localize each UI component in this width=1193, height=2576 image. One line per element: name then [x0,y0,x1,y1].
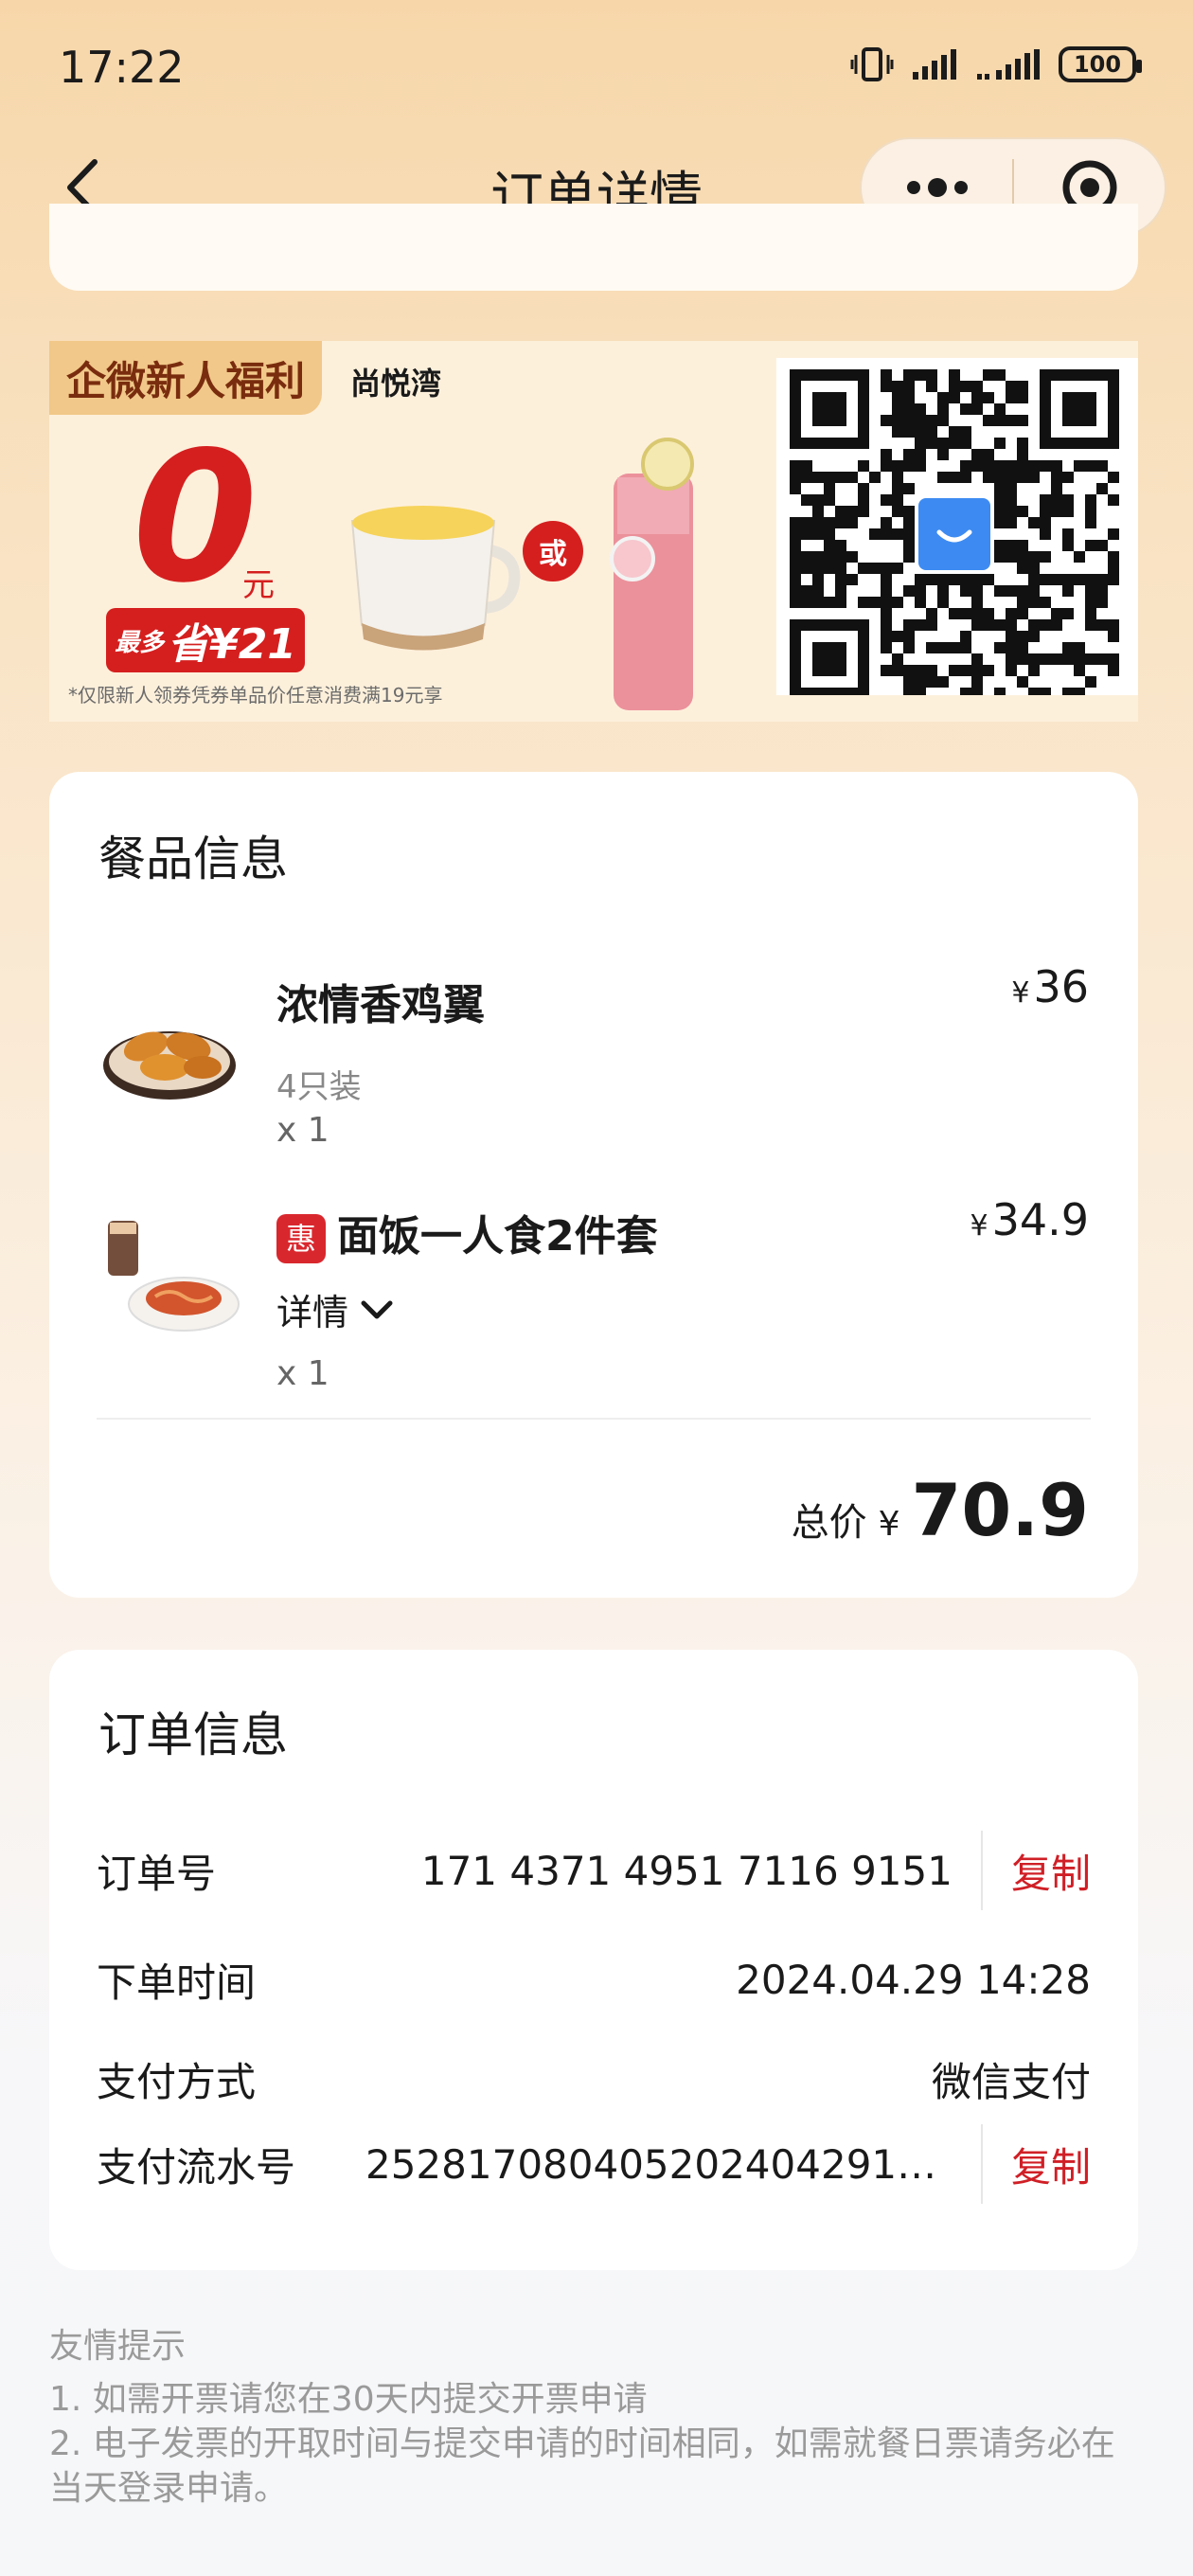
total-price: 总价 ¥ 70.9 [792,1468,1089,1552]
banner-save-badge: 最多 省¥21 [106,608,305,672]
order-time-value: 2024.04.29 14:28 [736,1956,1091,2003]
tips-text: 1. 如需开票请您在30天内提交开票申请 2. 电子发票的开取时间与提交申请的时… [49,2377,1148,2511]
qr-code-icon [790,369,1119,699]
item-price-value: 34.9 [991,1194,1089,1245]
vibrate-icon [850,47,894,81]
chevron-down-icon [361,1300,393,1318]
row-divider [980,1831,983,1910]
system-icons: 100 [850,45,1142,83]
item-spec: 4只装 [276,1068,362,1106]
item-name: 惠面饭一人食2件套 [276,1202,658,1263]
more-dots-icon [906,178,968,197]
copy-transaction-id-button[interactable]: 复制 [1011,2136,1091,2193]
coffee-cup-image [350,506,521,651]
food-info-card: 餐品信息 浓情香鸡翼 4只装 x 1 ¥36 惠面饭一人食2件套 详情 x 1 … [49,772,1138,1598]
order-number-value: 171 4371 4951 7116 9151 [420,1847,953,1894]
currency-symbol: ¥ [1011,976,1030,1010]
item-qty: x 1 [276,1111,329,1150]
item-price-value: 36 [1033,961,1089,1012]
banner-or: 或 [523,521,583,581]
item-name-text: 面饭一人食2件套 [337,1212,658,1261]
total-currency: ¥ [878,1505,900,1544]
transaction-id-value: 2528170804052024042917… [365,2140,953,2188]
item-details-toggle[interactable]: 详情 [276,1283,394,1335]
status-time: 17:22 [59,42,185,93]
transaction-id-row: 支付流水号 2528170804052024042917… 复制 [97,2124,1091,2204]
tip-line: 1. 如需开票请您在30天内提交开票申请 [49,2380,648,2419]
copy-order-number-button[interactable]: 复制 [1011,1842,1091,1900]
payment-method-value: 微信支付 [931,2058,1091,2105]
noodle-set-image [108,1221,240,1332]
signal-icon-2 [977,49,1040,80]
item-price: ¥36 [1011,961,1089,1012]
order-time-label: 下单时间 [97,1959,257,2006]
signal-icon [913,49,956,80]
food-section-title: 餐品信息 [98,832,288,886]
tips-title: 友情提示 [49,2327,187,2366]
banner-zero: 0 [133,413,258,622]
item-price: ¥34.9 [970,1194,1089,1245]
discount-badge: 惠 [276,1214,326,1263]
banner-note: *仅限新人领券凭券单品价任意消费满19元享 [68,684,443,707]
battery-level: 100 [1073,51,1122,78]
promo-banner[interactable]: 企微新人福利 尚悦湾 0 元 最多 省¥21 或 *仅限新人领券凭券单品价任意消… [49,341,1138,722]
total-amount: 70.9 [911,1468,1089,1552]
banner-location: 尚悦湾 [350,366,442,402]
banner-yuan: 元 [242,566,275,604]
chicken-wings-image [103,1031,236,1100]
order-time-row: 下单时间 2024.04.29 14:28 [97,1946,1091,2012]
tip-line: 2. 电子发票的开取时间与提交申请的时间相同，如需就餐日票请务必在当天登录申请。 [49,2424,1115,2508]
payment-method-label: 支付方式 [97,2058,257,2105]
item-name: 浓情香鸡翼 [276,981,485,1029]
row-divider [980,2124,983,2204]
transaction-id-label: 支付流水号 [97,2143,296,2191]
qr-code[interactable] [776,358,1138,699]
battery-icon: 100 [1059,46,1142,82]
details-label: 详情 [276,1292,349,1333]
banner-save-prefix: 最多 [115,628,165,657]
payment-method-row: 支付方式 微信支付 [97,2046,1091,2112]
order-number-row: 订单号 171 4371 4951 7116 9151 复制 [97,1831,1091,1910]
total-label: 总价 [791,1501,867,1545]
banner-save-text: 省¥21 [168,620,296,669]
order-section-title: 订单信息 [98,1708,288,1762]
currency-symbol: ¥ [970,1209,988,1243]
previous-card-bottom [49,204,1138,291]
order-info-card: 订单信息 订单号 171 4371 4951 7116 9151 复制 下单时间… [49,1650,1138,2270]
item-qty: x 1 [276,1354,329,1393]
banner-tag: 企微新人福利 [49,341,322,415]
status-bar: 17:22 100 [0,0,1193,137]
pink-drink-image [610,438,694,710]
divider [97,1418,1091,1420]
order-number-label: 订单号 [97,1850,217,1897]
